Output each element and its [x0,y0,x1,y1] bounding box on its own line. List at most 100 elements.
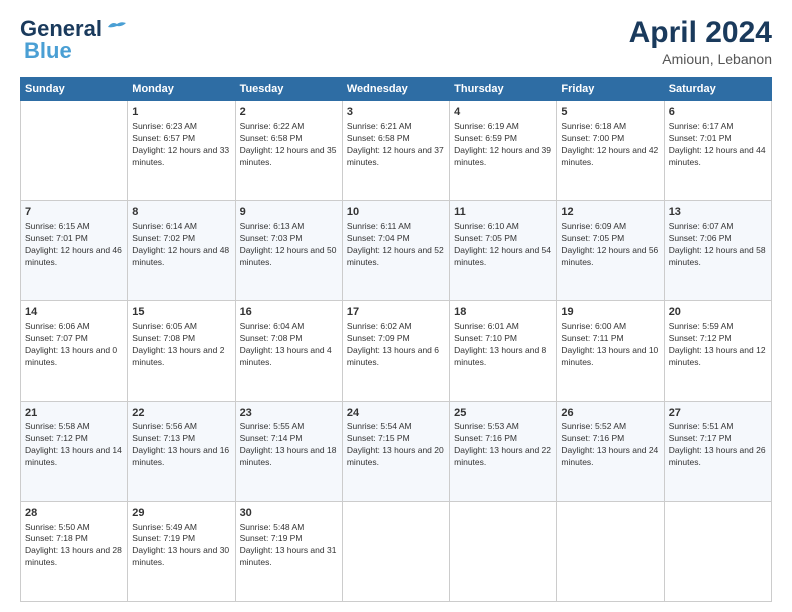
cell-date: 28 [25,506,123,521]
table-row [21,101,128,201]
calendar-header-row: Sunday Monday Tuesday Wednesday Thursday… [21,78,772,101]
month-title: April 2024 [629,16,772,49]
cell-info: Sunrise: 6:06 AMSunset: 7:07 PMDaylight:… [25,321,123,369]
logo-bird-icon [106,19,128,35]
location: Amioun, Lebanon [629,51,772,67]
cell-info: Sunrise: 6:17 AMSunset: 7:01 PMDaylight:… [669,121,767,169]
table-row: 21Sunrise: 5:58 AMSunset: 7:12 PMDayligh… [21,401,128,501]
cell-date: 6 [669,105,767,120]
logo: General Blue [20,16,128,64]
table-row: 20Sunrise: 5:59 AMSunset: 7:12 PMDayligh… [664,301,771,401]
cell-date: 19 [561,305,659,320]
col-monday: Monday [128,78,235,101]
table-row: 22Sunrise: 5:56 AMSunset: 7:13 PMDayligh… [128,401,235,501]
table-row: 23Sunrise: 5:55 AMSunset: 7:14 PMDayligh… [235,401,342,501]
cell-info: Sunrise: 5:52 AMSunset: 7:16 PMDaylight:… [561,421,659,469]
cell-info: Sunrise: 5:54 AMSunset: 7:15 PMDaylight:… [347,421,445,469]
cell-date: 30 [240,506,338,521]
table-row [557,501,664,601]
table-row: 4Sunrise: 6:19 AMSunset: 6:59 PMDaylight… [450,101,557,201]
cell-info: Sunrise: 6:01 AMSunset: 7:10 PMDaylight:… [454,321,552,369]
col-wednesday: Wednesday [342,78,449,101]
cell-info: Sunrise: 6:23 AMSunset: 6:57 PMDaylight:… [132,121,230,169]
cell-info: Sunrise: 6:10 AMSunset: 7:05 PMDaylight:… [454,221,552,269]
calendar-week-row: 21Sunrise: 5:58 AMSunset: 7:12 PMDayligh… [21,401,772,501]
cell-date: 8 [132,205,230,220]
cell-info: Sunrise: 6:13 AMSunset: 7:03 PMDaylight:… [240,221,338,269]
col-sunday: Sunday [21,78,128,101]
cell-info: Sunrise: 6:05 AMSunset: 7:08 PMDaylight:… [132,321,230,369]
table-row: 30Sunrise: 5:48 AMSunset: 7:19 PMDayligh… [235,501,342,601]
cell-info: Sunrise: 5:59 AMSunset: 7:12 PMDaylight:… [669,321,767,369]
table-row: 14Sunrise: 6:06 AMSunset: 7:07 PMDayligh… [21,301,128,401]
cell-info: Sunrise: 5:58 AMSunset: 7:12 PMDaylight:… [25,421,123,469]
table-row: 27Sunrise: 5:51 AMSunset: 7:17 PMDayligh… [664,401,771,501]
table-row [664,501,771,601]
cell-info: Sunrise: 6:14 AMSunset: 7:02 PMDaylight:… [132,221,230,269]
cell-date: 20 [669,305,767,320]
calendar-week-row: 28Sunrise: 5:50 AMSunset: 7:18 PMDayligh… [21,501,772,601]
cell-date: 23 [240,406,338,421]
cell-info: Sunrise: 6:15 AMSunset: 7:01 PMDaylight:… [25,221,123,269]
cell-info: Sunrise: 5:51 AMSunset: 7:17 PMDaylight:… [669,421,767,469]
cell-info: Sunrise: 5:56 AMSunset: 7:13 PMDaylight:… [132,421,230,469]
cell-date: 17 [347,305,445,320]
header: General Blue April 2024 Amioun, Lebanon [20,16,772,67]
cell-date: 27 [669,406,767,421]
table-row: 19Sunrise: 6:00 AMSunset: 7:11 PMDayligh… [557,301,664,401]
table-row [450,501,557,601]
table-row: 25Sunrise: 5:53 AMSunset: 7:16 PMDayligh… [450,401,557,501]
cell-info: Sunrise: 5:50 AMSunset: 7:18 PMDaylight:… [25,522,123,570]
cell-info: Sunrise: 6:22 AMSunset: 6:58 PMDaylight:… [240,121,338,169]
cell-date: 16 [240,305,338,320]
table-row: 11Sunrise: 6:10 AMSunset: 7:05 PMDayligh… [450,201,557,301]
table-row: 29Sunrise: 5:49 AMSunset: 7:19 PMDayligh… [128,501,235,601]
cell-info: Sunrise: 6:18 AMSunset: 7:00 PMDaylight:… [561,121,659,169]
cell-info: Sunrise: 6:04 AMSunset: 7:08 PMDaylight:… [240,321,338,369]
col-friday: Friday [557,78,664,101]
table-row: 8Sunrise: 6:14 AMSunset: 7:02 PMDaylight… [128,201,235,301]
cell-info: Sunrise: 6:09 AMSunset: 7:05 PMDaylight:… [561,221,659,269]
table-row: 18Sunrise: 6:01 AMSunset: 7:10 PMDayligh… [450,301,557,401]
cell-date: 12 [561,205,659,220]
cell-date: 1 [132,105,230,120]
cell-date: 3 [347,105,445,120]
cell-date: 24 [347,406,445,421]
table-row: 7Sunrise: 6:15 AMSunset: 7:01 PMDaylight… [21,201,128,301]
calendar-week-row: 7Sunrise: 6:15 AMSunset: 7:01 PMDaylight… [21,201,772,301]
calendar-week-row: 14Sunrise: 6:06 AMSunset: 7:07 PMDayligh… [21,301,772,401]
cell-date: 26 [561,406,659,421]
table-row: 16Sunrise: 6:04 AMSunset: 7:08 PMDayligh… [235,301,342,401]
cell-info: Sunrise: 6:11 AMSunset: 7:04 PMDaylight:… [347,221,445,269]
cell-date: 22 [132,406,230,421]
cell-info: Sunrise: 6:00 AMSunset: 7:11 PMDaylight:… [561,321,659,369]
cell-info: Sunrise: 6:02 AMSunset: 7:09 PMDaylight:… [347,321,445,369]
col-saturday: Saturday [664,78,771,101]
table-row: 2Sunrise: 6:22 AMSunset: 6:58 PMDaylight… [235,101,342,201]
cell-date: 7 [25,205,123,220]
table-row: 3Sunrise: 6:21 AMSunset: 6:58 PMDaylight… [342,101,449,201]
table-row: 17Sunrise: 6:02 AMSunset: 7:09 PMDayligh… [342,301,449,401]
cell-info: Sunrise: 6:07 AMSunset: 7:06 PMDaylight:… [669,221,767,269]
cell-info: Sunrise: 6:19 AMSunset: 6:59 PMDaylight:… [454,121,552,169]
cell-info: Sunrise: 5:48 AMSunset: 7:19 PMDaylight:… [240,522,338,570]
cell-info: Sunrise: 5:55 AMSunset: 7:14 PMDaylight:… [240,421,338,469]
cell-date: 13 [669,205,767,220]
cell-date: 10 [347,205,445,220]
table-row: 24Sunrise: 5:54 AMSunset: 7:15 PMDayligh… [342,401,449,501]
cell-info: Sunrise: 5:53 AMSunset: 7:16 PMDaylight:… [454,421,552,469]
cell-date: 29 [132,506,230,521]
table-row: 9Sunrise: 6:13 AMSunset: 7:03 PMDaylight… [235,201,342,301]
table-row: 26Sunrise: 5:52 AMSunset: 7:16 PMDayligh… [557,401,664,501]
cell-date: 5 [561,105,659,120]
cell-date: 4 [454,105,552,120]
logo-blue: Blue [24,38,72,64]
cell-date: 18 [454,305,552,320]
calendar-table: Sunday Monday Tuesday Wednesday Thursday… [20,77,772,602]
calendar-page: General Blue April 2024 Amioun, Lebanon … [0,0,792,612]
title-section: April 2024 Amioun, Lebanon [629,16,772,67]
cell-date: 25 [454,406,552,421]
cell-date: 14 [25,305,123,320]
table-row: 6Sunrise: 6:17 AMSunset: 7:01 PMDaylight… [664,101,771,201]
col-thursday: Thursday [450,78,557,101]
